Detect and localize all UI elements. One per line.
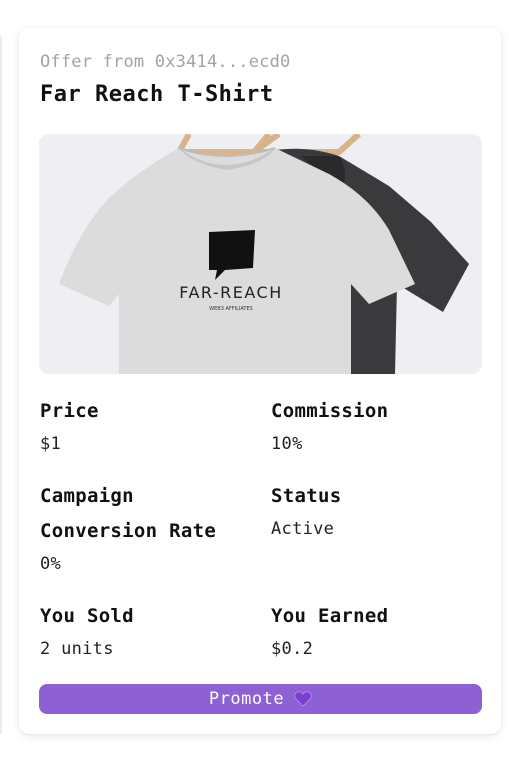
status-stat: Status Active xyxy=(271,479,481,544)
adjacent-card-edge xyxy=(0,36,2,734)
conversion-rate-stat: Campaign Conversion Rate 0% xyxy=(40,479,270,579)
status-value: Active xyxy=(271,519,335,539)
page: Offer from 0x3414...ecd0 Far Reach T-Shi… xyxy=(0,0,509,769)
promote-label: Promote xyxy=(208,689,285,709)
promote-button[interactable]: Promote xyxy=(39,684,482,714)
conversion-label-line1: Campaign xyxy=(40,485,134,507)
sold-label: You Sold xyxy=(40,605,134,627)
earned-stat: You Earned $0.2 xyxy=(271,599,481,664)
sold-stat: You Sold 2 units xyxy=(40,599,250,664)
offer-from-address: Offer from 0x3414...ecd0 xyxy=(40,52,291,72)
commission-stat: Commission 10% xyxy=(271,394,481,459)
commission-value: 10% xyxy=(271,434,303,454)
commission-label: Commission xyxy=(271,400,389,422)
product-title: Far Reach T-Shirt xyxy=(40,82,274,107)
price-label: Price xyxy=(40,400,99,422)
purple-heart-icon xyxy=(294,691,312,707)
product-image: FAR-REACH WEB3 AFFILIATES xyxy=(39,134,482,374)
price-stat: Price $1 xyxy=(40,394,250,459)
earned-label: You Earned xyxy=(271,605,389,627)
conversion-value: 0% xyxy=(40,554,62,574)
conversion-label-line2: Conversion Rate xyxy=(40,520,217,542)
shirt-tagline-text: WEB3 AFFILIATES xyxy=(209,306,253,312)
earned-value: $0.2 xyxy=(271,639,314,659)
offer-card: Offer from 0x3414...ecd0 Far Reach T-Shi… xyxy=(19,28,501,734)
sold-value: 2 units xyxy=(40,639,114,659)
status-label: Status xyxy=(271,485,342,507)
shirt-brand-text: FAR-REACH xyxy=(179,283,283,302)
price-value: $1 xyxy=(40,434,62,454)
